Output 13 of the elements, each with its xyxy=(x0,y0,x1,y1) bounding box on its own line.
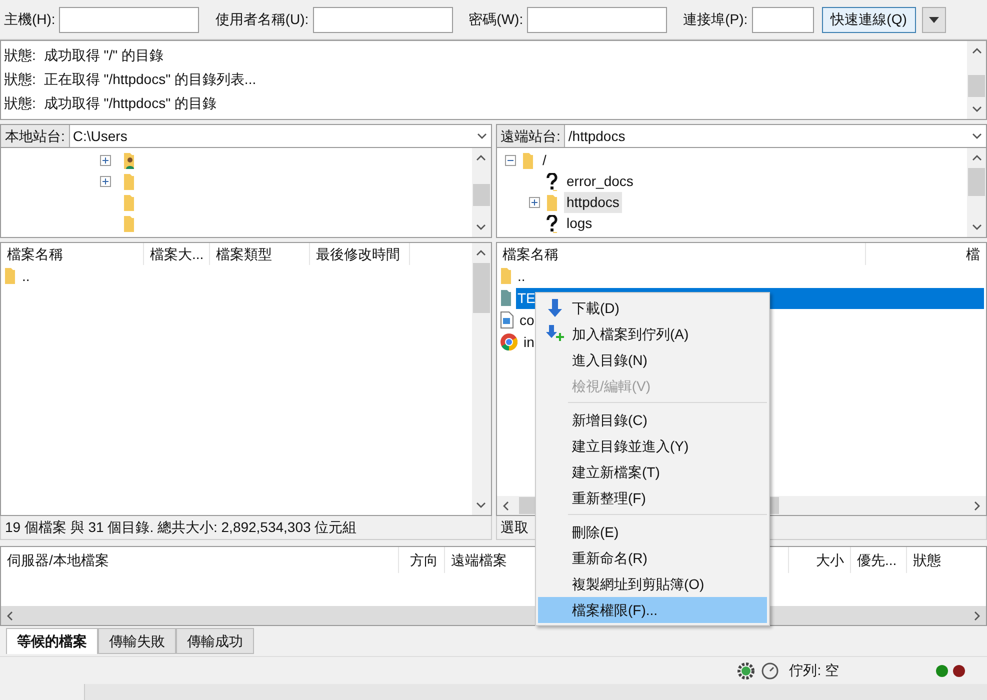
log-label: 狀態: xyxy=(4,70,36,88)
field-label: 主機(H): xyxy=(4,10,56,29)
field-label: 使用者名稱(U): xyxy=(215,10,309,29)
field-label: 密碼(W): xyxy=(468,10,524,29)
log-message: 成功取得 "/" 的目錄 xyxy=(44,46,164,64)
log-message: 成功取得 "/httpdocs" 的目錄 xyxy=(44,94,216,113)
status-text: 19 個檔案 與 31 個目錄. 總共大小: 2,892,534,303 位元組 xyxy=(5,518,357,537)
log-message: 正在取得 "/httpdocs" 的目錄列表... xyxy=(44,70,256,89)
status-text: 選取 xyxy=(500,518,528,537)
log-label: 狀態: xyxy=(4,46,36,64)
field-label: 連接埠(P): xyxy=(683,10,748,29)
queue-status: 佇列: 空 xyxy=(789,661,839,680)
log-label: 狀態: xyxy=(4,94,36,112)
